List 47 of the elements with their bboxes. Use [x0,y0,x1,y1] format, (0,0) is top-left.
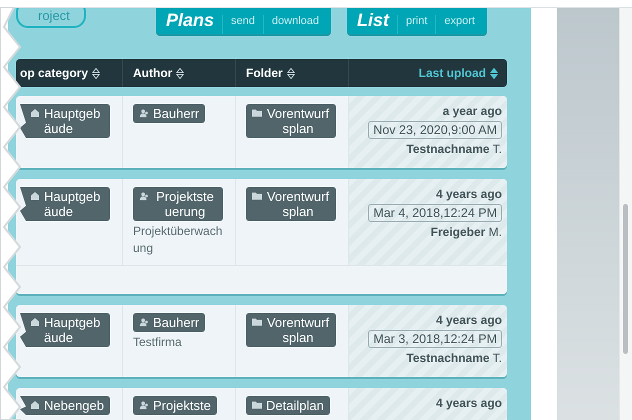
folder-tag[interactable]: Vorentwurfsplan [246,313,336,347]
uploader-name: Testnachname T. [406,351,502,365]
people-icon [139,191,149,201]
author-tag[interactable]: Projektsteuerung [133,187,223,221]
upload-date: Nov 23, 2020,9:00 AM [368,121,502,139]
category-tag[interactable]: Hauptgebäude [20,313,110,347]
house-icon [30,317,40,327]
house-icon [30,108,40,118]
uploader-name: Freigeber M. [430,225,502,239]
relative-time: 4 years ago [436,396,502,410]
folder-icon [252,400,262,410]
people-icon [139,108,149,118]
upload-date: Mar 4, 2018,12:24 PM [368,204,502,222]
folder-icon [252,317,262,327]
column-header[interactable]: Last upload [348,59,508,87]
company-name: Testfirma [133,334,182,351]
people-icon [139,400,149,410]
people-icon [139,317,149,327]
sort-icon [286,68,295,78]
sort-icon [92,68,100,78]
author-tag[interactable]: Projektste [133,396,217,415]
sort-icon [490,68,498,78]
category-tag[interactable]: Hauptgebäude [20,187,110,221]
relative-time: 4 years ago [436,187,502,201]
column-header[interactable]: Folder [235,59,348,87]
folder-icon [252,191,262,201]
relative-time: a year ago [442,104,502,118]
sort-icon [176,68,184,78]
author-tag[interactable]: Bauherr [133,313,206,332]
group-title: List [356,9,389,32]
uploader-name: Testnachname T. [406,142,502,156]
folder-tag[interactable]: Vorentwurfsplan [246,104,336,138]
category-tag[interactable]: Hauptgebäude [20,104,110,138]
category-tag[interactable]: Nebengeb [20,396,110,415]
folder-tag[interactable]: Detailplan [246,396,330,415]
author-tag[interactable]: Bauherr [133,104,206,123]
column-header[interactable]: op category [16,59,122,87]
scrollbar-thumb[interactable] [623,204,628,354]
company-name: Projektüberwachung [133,223,224,257]
house-icon [30,191,40,201]
group-title: Plans [166,9,214,32]
column-header[interactable]: Author [122,59,235,87]
folder-tag[interactable]: Vorentwurfsplan [246,187,336,221]
upload-date: Mar 3, 2018,12:24 PM [368,330,502,348]
folder-icon [252,108,262,118]
house-icon [30,400,40,410]
relative-time: 4 years ago [436,313,502,327]
